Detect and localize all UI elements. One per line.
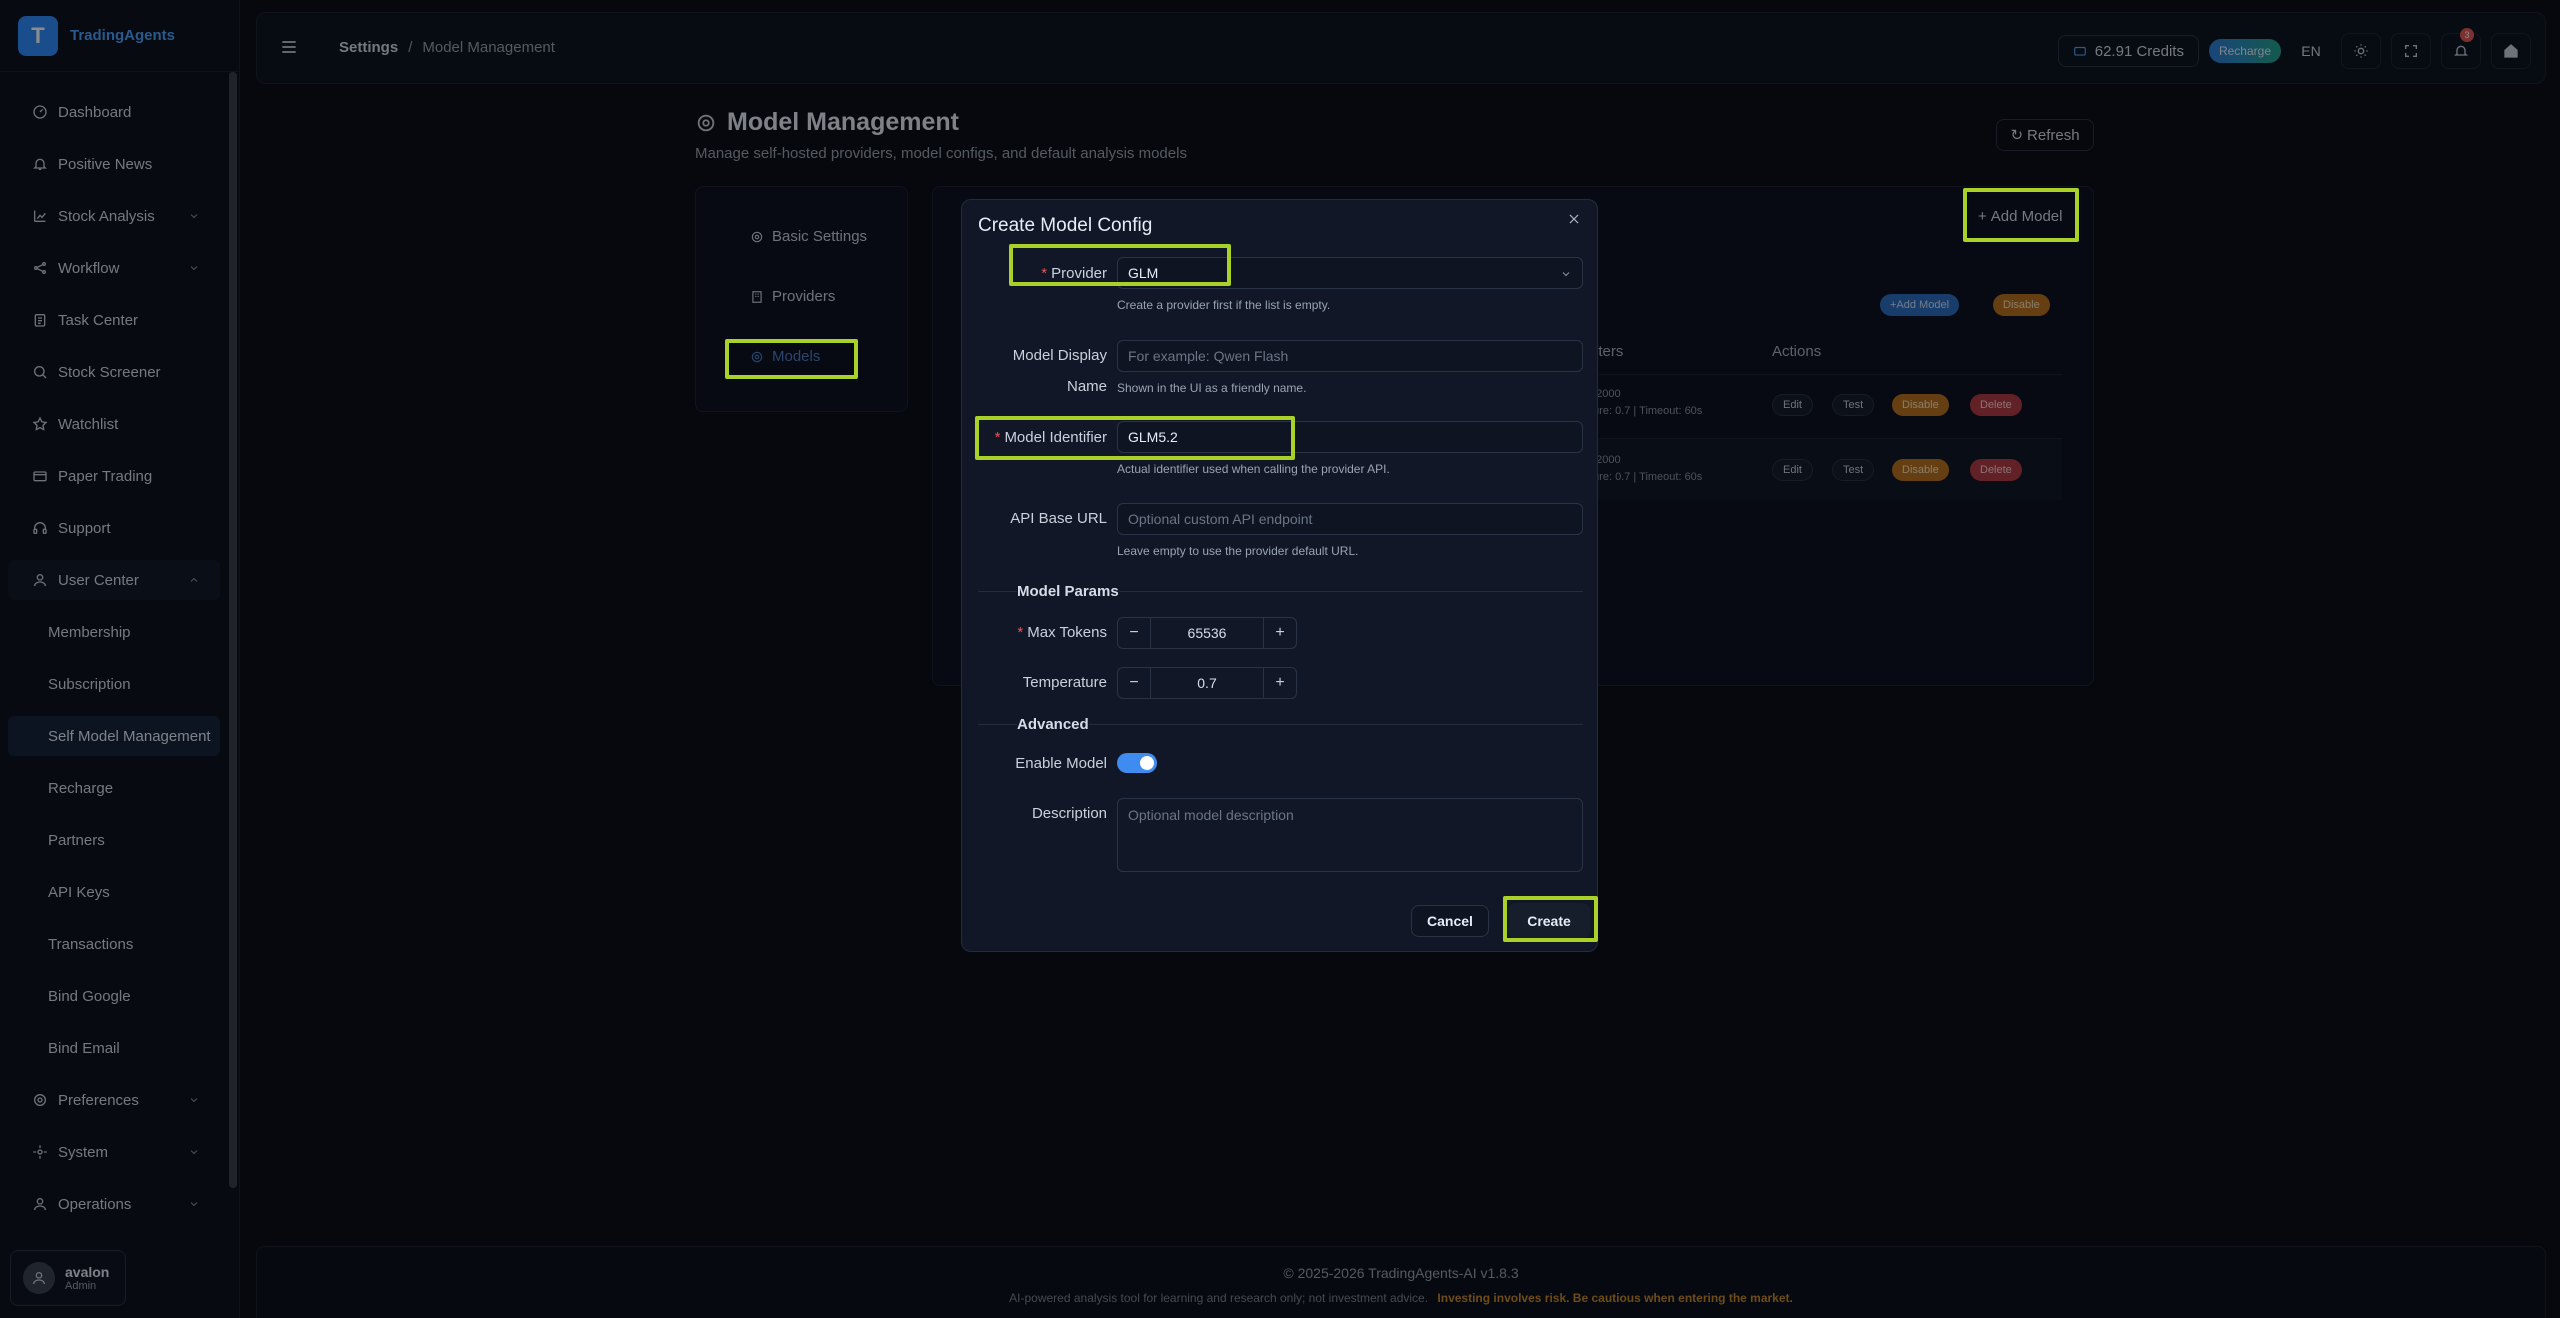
max-tokens-stepper[interactable]: − 65536 + [1117, 617, 1297, 649]
api-base-label: API Base URL [1010, 510, 1107, 527]
create-button[interactable]: Create [1508, 903, 1590, 939]
identifier-help: Actual identifier used when calling the … [1117, 462, 1390, 476]
enable-model-label: Enable Model [1015, 755, 1107, 772]
required-mark: * [994, 429, 1001, 446]
description-label: Description [1031, 805, 1107, 822]
provider-label-text: Provider [1051, 265, 1107, 282]
create-model-dialog: Create Model Config * Provider GLM Create… [961, 199, 1598, 952]
display-name-label: Model Display [1012, 347, 1107, 364]
display-name-help: Shown in the UI as a friendly name. [1117, 381, 1307, 395]
decrement-button[interactable]: − [1118, 618, 1150, 648]
max-tokens-label-text: Max Tokens [1027, 624, 1107, 641]
temperature-value[interactable]: 0.7 [1150, 668, 1264, 698]
enable-model-toggle[interactable] [1117, 753, 1157, 773]
provider-value: GLM [1128, 265, 1159, 281]
api-base-input[interactable]: Optional custom API endpoint [1117, 503, 1583, 535]
max-tokens-label: * Max Tokens [982, 624, 1107, 641]
identifier-label: * Model Identifier [982, 429, 1107, 446]
identifier-input[interactable]: GLM5.2 [1117, 421, 1583, 453]
max-tokens-value[interactable]: 65536 [1150, 618, 1264, 648]
required-mark: * [1041, 265, 1048, 282]
cancel-button[interactable]: Cancel [1411, 905, 1489, 937]
chevron-down-icon [1560, 267, 1572, 283]
decrement-button[interactable]: − [1118, 668, 1150, 698]
temperature-stepper[interactable]: − 0.7 + [1117, 667, 1297, 699]
increment-button[interactable]: + [1264, 668, 1296, 698]
advanced-heading: Advanced [1017, 716, 1089, 733]
description-textarea[interactable]: Optional model description [1117, 798, 1583, 872]
temperature-label: Temperature [1022, 674, 1107, 691]
provider-help: Create a provider first if the list is e… [1117, 298, 1331, 312]
increment-button[interactable]: + [1264, 618, 1296, 648]
provider-select[interactable]: GLM [1117, 257, 1583, 289]
display-name-label-2: Name [1066, 378, 1107, 395]
required-mark: * [1017, 624, 1024, 641]
identifier-label-text: Model Identifier [1004, 429, 1107, 446]
provider-label: * Provider [1002, 265, 1107, 282]
close-icon[interactable] [1567, 212, 1583, 228]
model-params-heading: Model Params [1017, 583, 1119, 600]
dialog-title: Create Model Config [978, 215, 1153, 236]
display-name-input[interactable]: For example: Qwen Flash [1117, 340, 1583, 372]
api-base-help: Leave empty to use the provider default … [1117, 544, 1359, 558]
toggle-knob [1140, 756, 1154, 770]
